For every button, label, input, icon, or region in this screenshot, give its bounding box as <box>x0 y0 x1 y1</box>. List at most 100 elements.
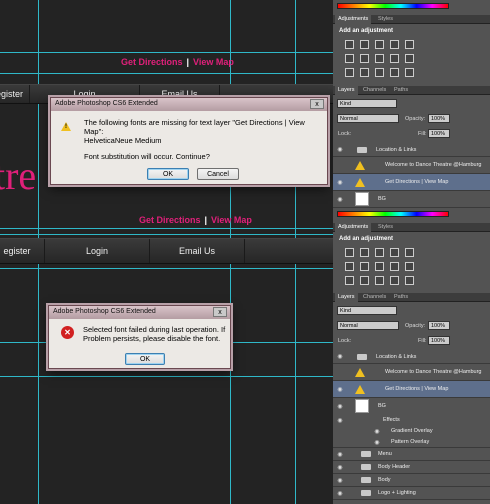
color-balance-icon[interactable] <box>360 54 369 63</box>
visibility-eye-icon[interactable]: ◉ <box>336 403 344 411</box>
tab-styles[interactable]: Styles <box>375 223 396 232</box>
photo-filter-icon[interactable] <box>390 262 399 271</box>
blend-mode-select[interactable]: Normal <box>337 114 399 123</box>
curves-icon[interactable] <box>375 40 384 49</box>
kind-filter-select[interactable]: Kind <box>337 99 397 108</box>
visibility-eye-icon[interactable]: ◉ <box>336 353 344 361</box>
dialog-question: Font substitution will occur. Continue? <box>84 152 210 161</box>
exposure-icon[interactable] <box>390 40 399 49</box>
selective-color-icon[interactable] <box>405 68 414 77</box>
visibility-eye-icon[interactable]: ◉ <box>336 196 344 204</box>
color-balance-icon[interactable] <box>360 262 369 271</box>
opacity-field[interactable]: 100% <box>428 114 450 123</box>
tab-channels[interactable]: Channels <box>360 293 389 302</box>
visibility-eye-icon[interactable]: ◉ <box>336 146 344 154</box>
ok-button[interactable]: OK <box>125 353 165 365</box>
invert-icon[interactable] <box>345 68 354 77</box>
effect-row[interactable]: ◉ Pattern Overlay <box>333 437 490 448</box>
fill-field[interactable]: 100% <box>428 129 450 138</box>
visibility-eye-icon[interactable]: ◉ <box>336 386 344 394</box>
guide-horizontal <box>0 376 333 377</box>
layer-row[interactable]: ◉ Location & Links <box>333 143 490 157</box>
document-canvas[interactable]: Get Directions|View Map egister Login Em… <box>0 0 333 504</box>
visibility-eye-icon[interactable]: ◉ <box>336 417 344 425</box>
color-swatch-bar[interactable] <box>337 3 449 9</box>
tab-layers[interactable]: Layers <box>335 86 358 95</box>
hue-saturation-icon[interactable] <box>345 54 354 63</box>
close-icon[interactable]: x <box>213 307 227 317</box>
tab-paths[interactable]: Paths <box>391 86 411 95</box>
nav-email[interactable]: Email Us <box>150 239 245 263</box>
view-map-link[interactable]: View Map <box>211 215 252 225</box>
posterize-icon[interactable] <box>360 276 369 285</box>
tab-styles[interactable]: Styles <box>375 15 396 24</box>
layer-row-selected[interactable]: ◉ Get Directions | View Map <box>333 174 490 191</box>
gradient-map-icon[interactable] <box>390 276 399 285</box>
dialog-message: The following fonts are missing for text… <box>84 118 305 136</box>
nav-register[interactable]: egister <box>0 85 30 103</box>
channel-mixer-icon[interactable] <box>405 262 414 271</box>
vibrance-icon[interactable] <box>405 40 414 49</box>
channel-mixer-icon[interactable] <box>405 54 414 63</box>
tab-adjustments[interactable]: Adjustments <box>335 15 372 24</box>
color-swatch-bar[interactable] <box>337 211 449 217</box>
black-white-icon[interactable] <box>375 262 384 271</box>
tab-channels[interactable]: Channels <box>360 86 389 95</box>
visibility-eye-icon[interactable]: ◉ <box>336 477 344 485</box>
visibility-eye-icon[interactable]: ◉ <box>336 490 344 498</box>
visibility-eye-icon[interactable]: ◉ <box>336 179 344 187</box>
gradient-map-icon[interactable] <box>390 68 399 77</box>
brightness-icon[interactable] <box>345 248 354 257</box>
exposure-icon[interactable] <box>390 248 399 257</box>
effects-row[interactable]: ◉ Effects <box>333 415 490 426</box>
layer-row[interactable]: ◉ Location & Links <box>333 350 490 364</box>
layer-row[interactable]: Welcome to Dance Theatre @Hamburg <box>333 157 490 174</box>
nav-login[interactable]: Login <box>45 239 150 263</box>
view-map-link[interactable]: View Map <box>193 57 234 67</box>
invert-icon[interactable] <box>345 276 354 285</box>
vibrance-icon[interactable] <box>405 248 414 257</box>
cancel-button[interactable]: Cancel <box>197 168 239 180</box>
get-directions-link[interactable]: Get Directions <box>139 215 201 225</box>
threshold-icon[interactable] <box>375 68 384 77</box>
nav-register[interactable]: egister <box>0 239 45 263</box>
dialog-title: Adobe Photoshop CS6 Extended <box>49 306 230 319</box>
levels-icon[interactable] <box>360 40 369 49</box>
hue-saturation-icon[interactable] <box>345 262 354 271</box>
layer-name: Menu <box>378 451 392 457</box>
visibility-eye-icon[interactable]: ◉ <box>373 428 381 436</box>
tab-adjustments[interactable]: Adjustments <box>335 223 372 232</box>
blend-mode-select[interactable]: Normal <box>337 321 399 330</box>
layer-row[interactable]: ◉ Menu <box>333 448 490 461</box>
layer-row[interactable]: ◉ BG <box>333 398 490 415</box>
ok-button[interactable]: OK <box>147 168 189 180</box>
layer-row-selected[interactable]: ◉ Get Directions | View Map <box>333 381 490 398</box>
layer-row[interactable]: Welcome to Dance Theatre @Hamburg <box>333 364 490 381</box>
fill-field[interactable]: 100% <box>428 336 450 345</box>
warning-icon <box>355 368 365 377</box>
posterize-icon[interactable] <box>360 68 369 77</box>
selective-color-icon[interactable] <box>405 276 414 285</box>
threshold-icon[interactable] <box>375 276 384 285</box>
opacity-field[interactable]: 100% <box>428 321 450 330</box>
layer-row[interactable]: ◉ Body <box>333 474 490 487</box>
visibility-eye-icon[interactable]: ◉ <box>336 451 344 459</box>
kind-filter-select[interactable]: Kind <box>337 306 397 315</box>
close-icon[interactable]: x <box>310 99 324 109</box>
get-directions-link[interactable]: Get Directions <box>121 57 183 67</box>
tab-layers[interactable]: Layers <box>335 293 358 302</box>
effect-row[interactable]: ◉ Gradient Overlay <box>333 426 490 437</box>
layer-row[interactable]: ◉ Logo + Lighting <box>333 487 490 500</box>
visibility-eye-icon[interactable]: ◉ <box>336 464 344 472</box>
folder-icon <box>361 477 371 483</box>
visibility-eye-icon[interactable]: ◉ <box>373 439 381 447</box>
brightness-icon[interactable] <box>345 40 354 49</box>
tab-paths[interactable]: Paths <box>391 293 411 302</box>
layer-name: Location & Links <box>376 354 417 360</box>
photo-filter-icon[interactable] <box>390 54 399 63</box>
layer-row[interactable]: ◉ BG <box>333 191 490 208</box>
layer-row[interactable]: ◉ Body Header <box>333 461 490 474</box>
levels-icon[interactable] <box>360 248 369 257</box>
curves-icon[interactable] <box>375 248 384 257</box>
black-white-icon[interactable] <box>375 54 384 63</box>
